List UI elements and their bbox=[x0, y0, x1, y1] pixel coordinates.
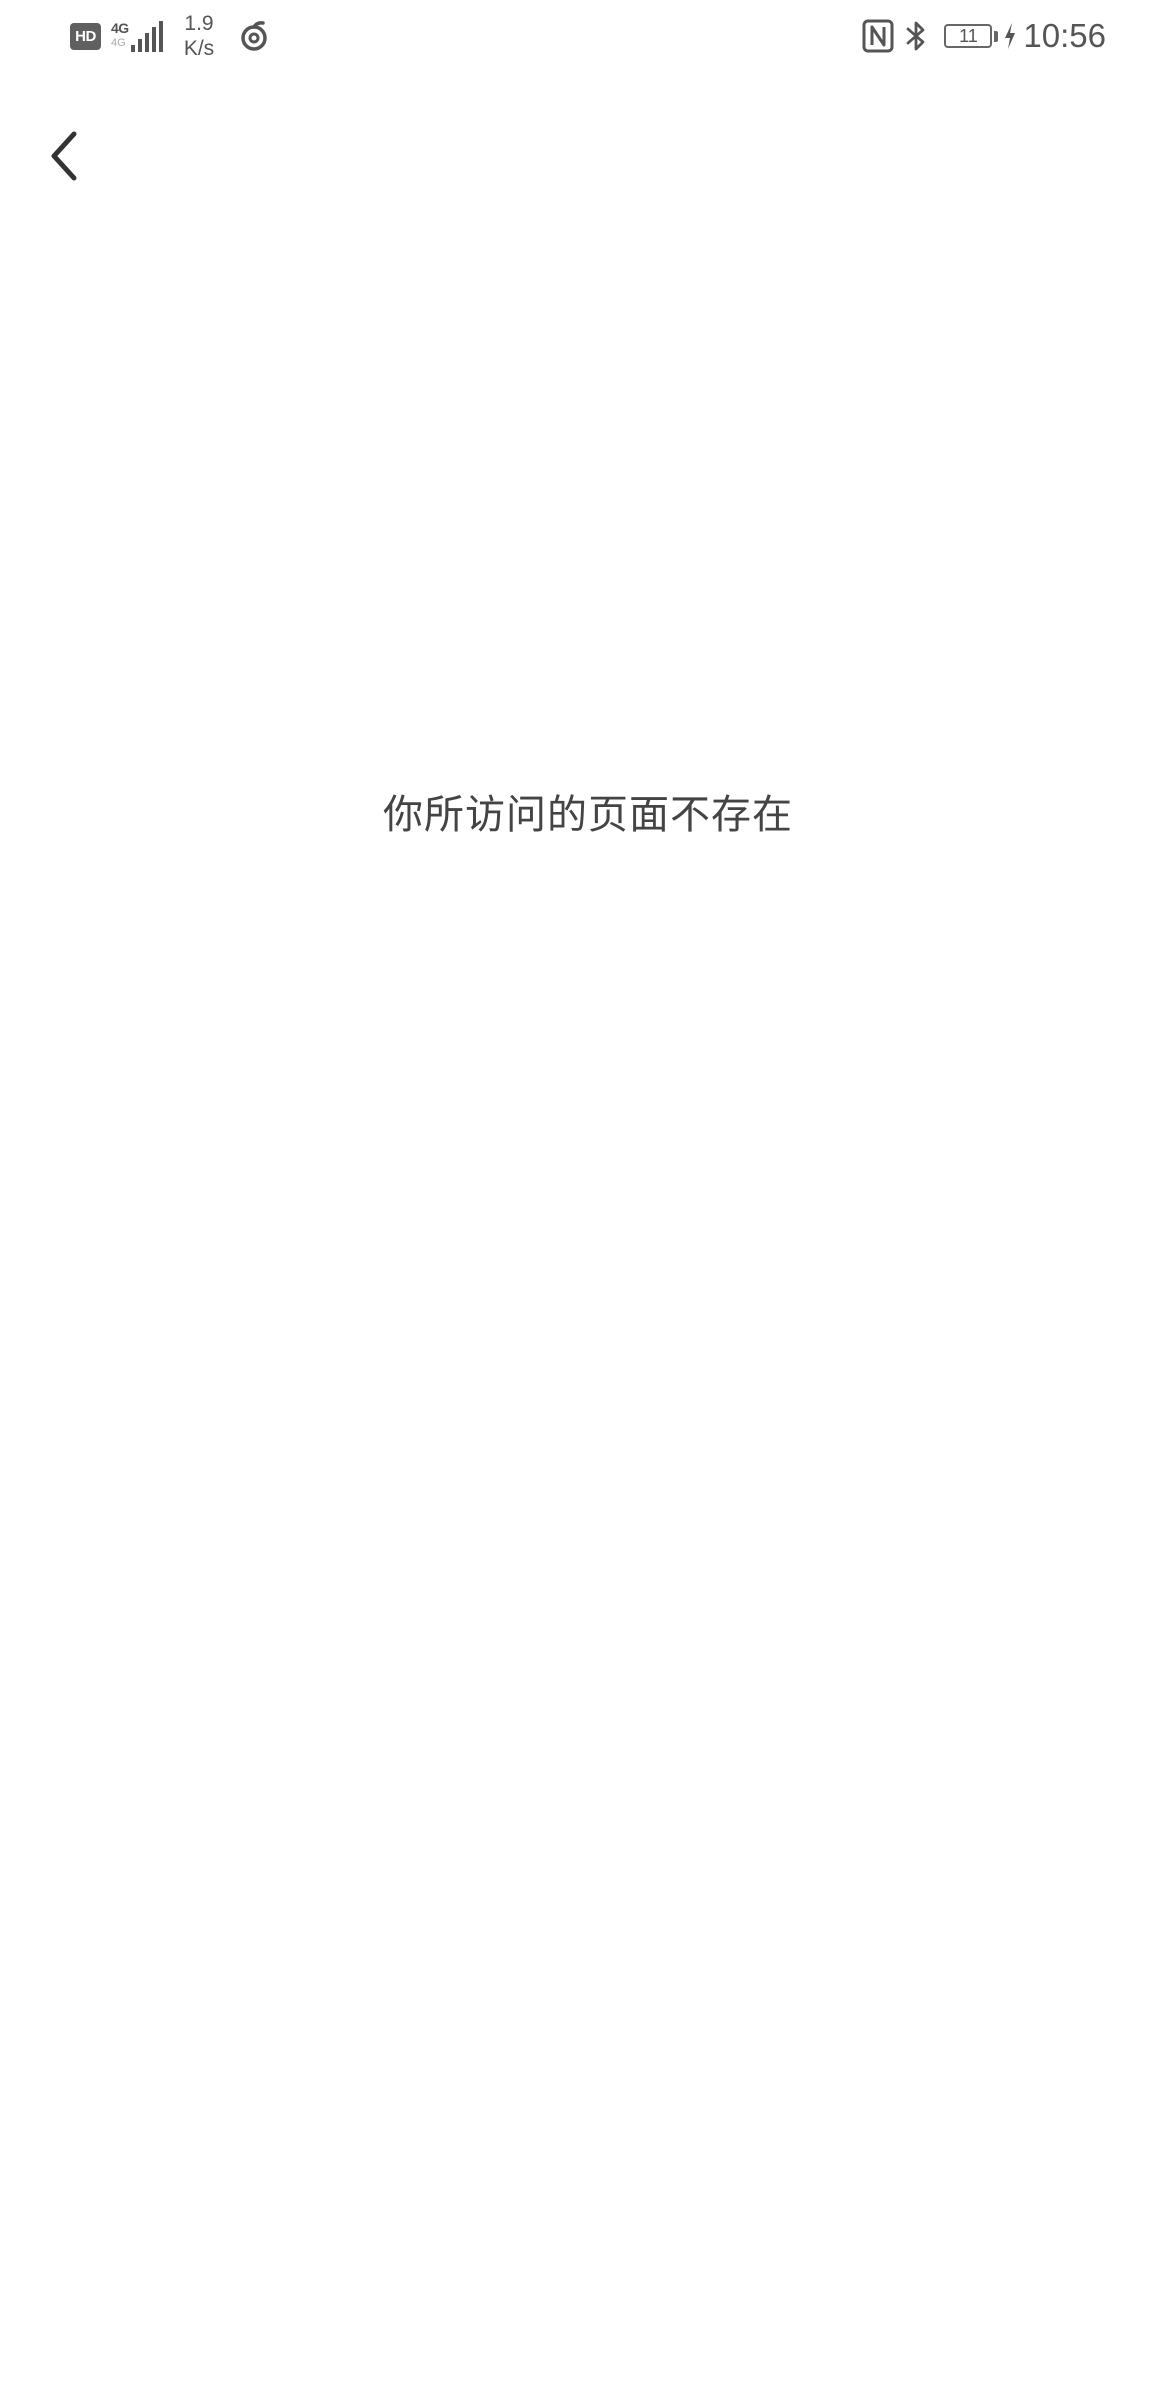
back-button[interactable] bbox=[32, 116, 96, 196]
status-bar: HD 4G 4G 1.9 K/s 11 10:56 bbox=[0, 0, 1176, 72]
battery-level: 11 bbox=[959, 26, 978, 46]
bluetooth-icon bbox=[907, 21, 925, 51]
signal-indicator: 4G 4G bbox=[111, 18, 165, 54]
speed-value: 1.9 bbox=[184, 12, 214, 35]
network-speed: 1.9 K/s bbox=[179, 11, 219, 61]
speed-unit: K/s bbox=[183, 37, 215, 60]
clock: 10:56 bbox=[1023, 17, 1106, 54]
hd-icon: HD bbox=[70, 22, 101, 50]
chevron-left-icon bbox=[51, 131, 77, 181]
status-bar-right: 11 10:56 bbox=[862, 10, 1106, 62]
page-not-found-message: 你所访问的页面不存在 bbox=[383, 792, 793, 838]
charging-icon bbox=[1005, 23, 1016, 49]
battery-icon: 11 bbox=[944, 24, 993, 48]
battery-tip bbox=[994, 30, 999, 42]
nfc-icon bbox=[862, 19, 894, 53]
app-notification-icon bbox=[241, 21, 267, 51]
signal-icon bbox=[131, 21, 163, 52]
status-bar-left: HD 4G 4G 1.9 K/s bbox=[70, 10, 271, 62]
